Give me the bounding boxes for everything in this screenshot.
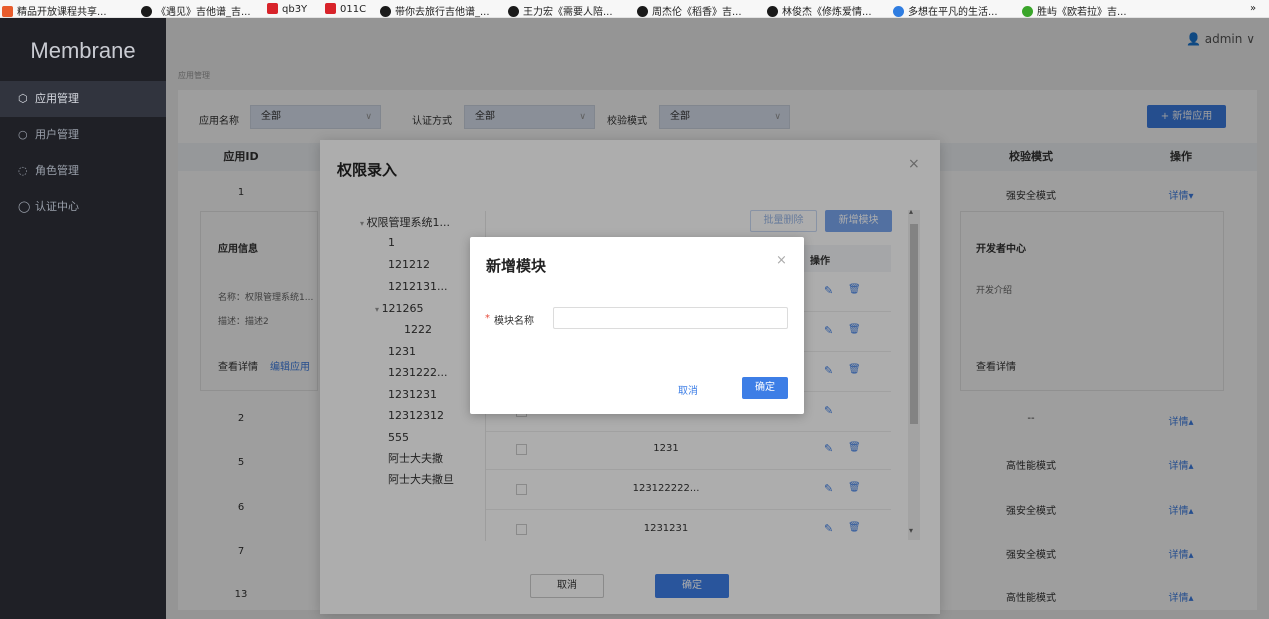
user-icon: ○ [18, 128, 28, 141]
bookmark-item[interactable]: 011C [325, 3, 366, 15]
sidebar-item-user-management[interactable]: ○ 用户管理 [0, 117, 166, 153]
bookmark-icon [267, 3, 278, 14]
bookmark-item[interactable]: 周杰伦《稻香》吉... [637, 3, 742, 18]
required-mark: * [485, 313, 490, 324]
sidebar: Membrane ⬡ 应用管理 ○ 用户管理 ◌ 角色管理 ◯ 认证中心 [0, 18, 166, 619]
bookmark-icon [380, 6, 391, 17]
app-logo: Membrane [30, 38, 136, 63]
module-name-input[interactable] [553, 307, 788, 329]
bookmark-item[interactable]: qb3Y [267, 3, 307, 15]
bookmark-icon [637, 6, 648, 17]
bookmark-item[interactable]: 多想在平凡的生活... [893, 3, 998, 18]
bookmark-item[interactable]: 林俊杰《修炼爱情... [767, 3, 872, 18]
sidebar-item-auth-center[interactable]: ◯ 认证中心 [0, 189, 166, 225]
sidebar-item-app-management[interactable]: ⬡ 应用管理 [0, 81, 166, 117]
cube-icon: ⬡ [18, 92, 28, 105]
bookmark-icon [1022, 6, 1033, 17]
add-module-modal: 新增模块 × * 模块名称 取消 确定 [470, 237, 804, 414]
bookmark-icon [767, 6, 778, 17]
bookmark-icon [2, 6, 13, 17]
close-icon[interactable]: × [776, 253, 787, 268]
field-label: 模块名称 [494, 316, 534, 327]
bookmark-item[interactable]: 王力宏《需要人陪... [508, 3, 613, 18]
bookmark-item[interactable]: 带你去旅行吉他谱_... [380, 3, 490, 18]
bookmark-icon [325, 3, 336, 14]
sidebar-item-role-management[interactable]: ◌ 角色管理 [0, 153, 166, 189]
bookmark-icon [893, 6, 904, 17]
bookmarks-bar: 精品开放课程共享... 《遇见》吉他谱_吉... qb3Y 011C 带你去旅行… [0, 0, 1269, 18]
confirm-button[interactable]: 确定 [742, 377, 788, 399]
bookmark-item[interactable]: 《遇见》吉他谱_吉... [141, 3, 251, 18]
bookmark-icon [141, 6, 152, 17]
bookmark-item[interactable]: 精品开放课程共享... [2, 3, 107, 18]
modal-title: 新增模块 [486, 257, 547, 275]
bookmark-item[interactable]: 胜屿《欧若拉》吉... [1022, 3, 1127, 18]
cancel-button[interactable]: 取消 [678, 382, 698, 397]
shield-icon: ◯ [18, 200, 31, 213]
bookmark-icon [508, 6, 519, 17]
users-icon: ◌ [18, 164, 28, 177]
bookmarks-more-button[interactable]: » [1250, 3, 1256, 14]
